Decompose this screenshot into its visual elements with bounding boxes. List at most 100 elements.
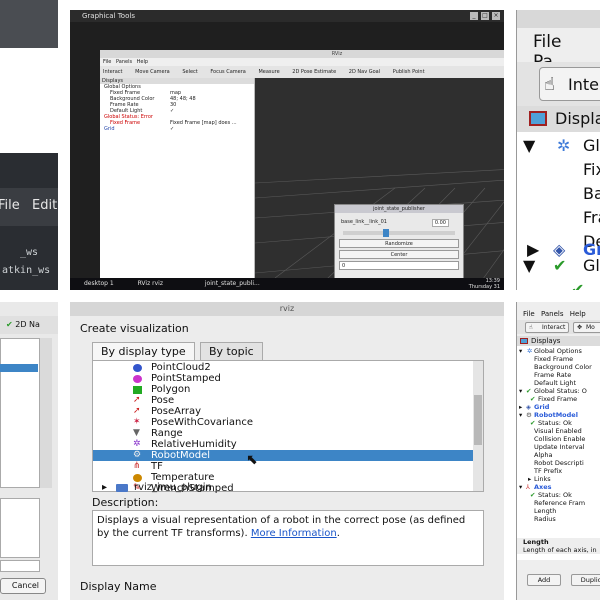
list-item[interactable]: ⋔ TF <box>93 461 475 472</box>
tree-row[interactable]: ✔ Fixed Frame <box>517 395 600 403</box>
tool-select[interactable]: Select <box>182 69 197 75</box>
menu-help[interactable]: Help <box>570 310 586 318</box>
list-item[interactable]: ✶ PoseWithCovariance <box>93 417 475 428</box>
taskbar: desktop 1 RViz rviz joint_state_publi...… <box>70 278 504 290</box>
plugin-group-row[interactable]: ▸ rviz_imu_plugin <box>92 482 484 494</box>
list-item[interactable]: ▼ Range <box>93 428 475 439</box>
display-name-input[interactable] <box>0 560 40 572</box>
create-visualization-dialog: rviz Create visualization By display typ… <box>70 302 504 600</box>
rviz-zoom-tile: File Pa ☝ Interact Displa ▼✲Glo Fix Ba F… <box>516 10 600 290</box>
menu-panels[interactable]: Panels <box>116 59 132 65</box>
tree-row[interactable]: Ba <box>517 182 600 206</box>
tree-row[interactable]: Default Light <box>517 379 600 387</box>
tree-row[interactable]: Alpha <box>517 451 600 459</box>
tree-row[interactable]: ▾ ⚙ RobotModel <box>517 411 600 419</box>
interact-button[interactable]: ☝ Interact <box>525 322 569 333</box>
tool-interact[interactable]: Interact <box>103 69 123 75</box>
tool-focus-camera[interactable]: Focus Camera <box>210 69 246 75</box>
prop-row-grid[interactable]: Grid ✓ <box>100 126 254 132</box>
list-item-selected[interactable]: ⚙ RobotModel <box>93 450 475 461</box>
tree-row[interactable]: Robot Descripti <box>517 459 600 467</box>
scroll-thumb[interactable] <box>474 395 482 445</box>
tree-row[interactable]: Length <box>517 507 600 515</box>
displays-header: Displa <box>517 106 600 132</box>
move-camera-button[interactable]: ✥ Mo <box>573 322 600 333</box>
menu-edit[interactable]: Edit <box>32 198 57 213</box>
axes-icon: ⅄ <box>526 483 530 491</box>
joint-value[interactable]: 0.00 <box>431 219 449 227</box>
duplicate-button[interactable]: Duplic <box>571 574 600 586</box>
toolbar: ☝ Interact ✥ Mo <box>517 320 600 334</box>
menu-panels[interactable]: Panels <box>541 310 564 318</box>
menu-file[interactable]: File <box>523 310 535 318</box>
taskbar-rviz[interactable]: RViz rviz <box>138 280 163 287</box>
scrollbar[interactable] <box>40 338 52 488</box>
tree-row[interactable]: Fixed Frame <box>517 355 600 363</box>
tab-by-topic[interactable]: By topic <box>200 342 263 360</box>
list-item[interactable]: Polygon <box>93 384 475 395</box>
tree-row[interactable]: Update Interval <box>517 443 600 451</box>
tree-row[interactable]: Reference Fram <box>517 499 600 507</box>
add-button[interactable]: Add <box>527 574 561 586</box>
menu-help[interactable]: Help <box>137 59 148 65</box>
tool-measure[interactable]: Measure <box>258 69 279 75</box>
joint-slider[interactable] <box>343 229 455 237</box>
tool-2d-nav-goal[interactable]: 2D Na <box>15 320 40 329</box>
center-button[interactable]: Center <box>339 250 459 259</box>
pose-arrow-icon: ➚ <box>133 395 141 405</box>
list-item[interactable]: PointStamped <box>93 373 475 384</box>
tree-row[interactable]: TF Prefix <box>517 467 600 475</box>
tool-publish-point[interactable]: Publish Point <box>393 69 425 75</box>
tree-row-grid[interactable]: ▶◈Gr <box>517 238 600 262</box>
list-item[interactable]: ➚ PoseArray <box>93 406 475 417</box>
cancel-button[interactable]: Cancel <box>0 578 46 594</box>
tree-row[interactable]: Fra <box>517 206 600 230</box>
check-icon: ✔ <box>526 387 532 395</box>
tree-row[interactable]: ▸ ◈ Grid <box>517 403 600 411</box>
menu-file[interactable]: File <box>0 198 20 213</box>
minimize-icon[interactable]: _ <box>470 12 478 20</box>
grid-icon: ◈ <box>526 403 531 411</box>
terminal-top-strip <box>0 0 58 48</box>
tree-row[interactable]: ✔ Status: Ok <box>517 419 600 427</box>
display-list[interactable] <box>0 338 40 488</box>
tree-row[interactable]: Collision Enable <box>517 435 600 443</box>
tree-row[interactable]: ▾ ✲ Global Options <box>517 347 600 355</box>
tree-row[interactable]: ✔ Status: Ok <box>517 491 600 499</box>
list-item[interactable]: ✲ RelativeHumidity <box>93 439 475 450</box>
tree-row[interactable]: Visual Enabled <box>517 427 600 435</box>
tree-row[interactable]: ✔ <box>517 278 600 290</box>
list-item[interactable]: ➚ Pose <box>93 395 475 406</box>
move-icon: ✥ <box>577 324 583 331</box>
tree-row[interactable]: ▼✲Glo <box>517 134 600 158</box>
interact-button[interactable]: ☝ Interact <box>539 67 600 101</box>
selected-row[interactable] <box>0 364 38 372</box>
taskbar-jsp[interactable]: joint_state_publi... <box>205 280 260 287</box>
menu-file[interactable]: File <box>103 59 111 65</box>
tool-2d-pose-estimate[interactable]: 2D Pose Estimate <box>292 69 336 75</box>
list-item[interactable]: PointCloud2 <box>93 362 475 373</box>
desktop-label[interactable]: desktop 1 <box>84 280 114 287</box>
tool-move-camera[interactable]: Move Camera <box>135 69 170 75</box>
spin-box[interactable]: 0 <box>339 261 459 270</box>
tree-row[interactable]: Frame Rate <box>517 371 600 379</box>
tree-row[interactable]: Radius <box>517 515 600 523</box>
check-icon: ✔ <box>530 491 536 499</box>
help-text: Length of each axis, in <box>523 546 597 554</box>
display-type-list: PointCloud2 PointStamped Polygon ➚ Pose ➚… <box>92 360 484 494</box>
tree-row[interactable]: ▸ Links <box>517 475 600 483</box>
menu-file[interactable]: File <box>533 32 561 52</box>
tab-by-display-type[interactable]: By display type <box>92 342 195 360</box>
close-icon[interactable]: × <box>492 12 500 20</box>
tree-row[interactable]: Background Color <box>517 363 600 371</box>
more-information-link[interactable]: More Information <box>251 528 337 539</box>
randomize-button[interactable]: Randomize <box>339 239 459 248</box>
maximize-icon[interactable]: □ <box>481 12 489 20</box>
tool-2d-nav-goal[interactable]: 2D Nav Goal <box>349 69 380 75</box>
nav-goal-icon: ✔ <box>6 320 13 329</box>
gear-icon: ✲ <box>557 136 571 155</box>
list-scrollbar[interactable] <box>473 361 483 491</box>
tree-row[interactable]: ▾ ⅄ Axes <box>517 483 600 491</box>
tree-row[interactable]: Fix <box>517 158 600 182</box>
tree-row[interactable]: ▾ ✔ Global Status: O <box>517 387 600 395</box>
